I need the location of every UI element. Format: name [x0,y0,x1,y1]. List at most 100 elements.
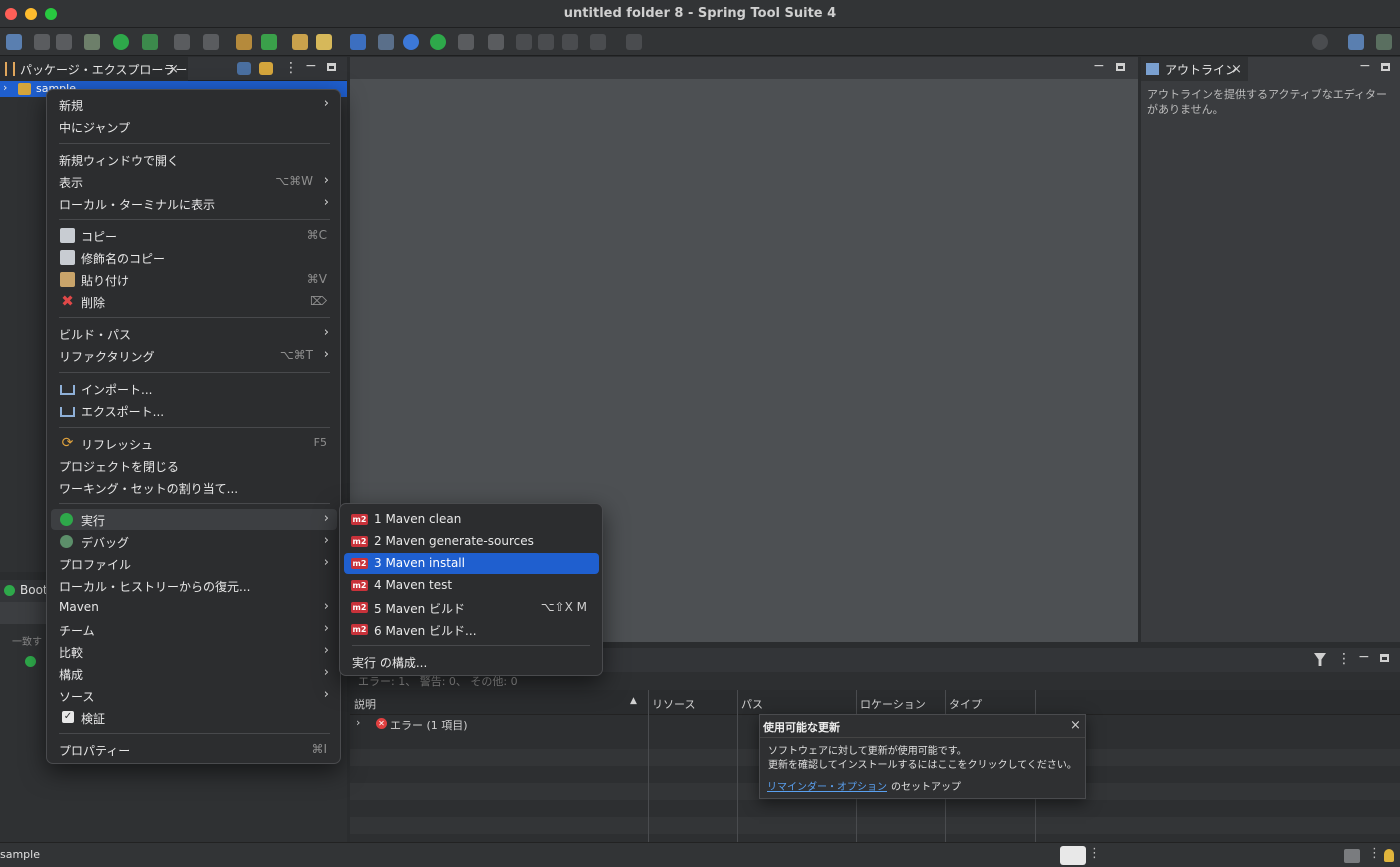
menu-item-maven-test[interactable]: m2 4 Maven test [344,575,599,596]
column-header-resource[interactable]: リソース [652,696,695,712]
menu-item-configure[interactable]: 構成 › [51,663,337,684]
title-bar: untitled folder 8 - Spring Tool Suite 4 [0,0,1400,28]
new-java-project-icon[interactable] [236,34,252,50]
update-notification[interactable]: 使用可能な更新 × ソフトウェアに対して更新が使用可能です。 更新を確認してイン… [759,714,1086,799]
chevron-right-icon[interactable]: › [3,81,7,94]
collapse-all-icon[interactable] [237,62,251,75]
chevron-right-icon[interactable]: › [356,716,360,729]
menu-item-copy[interactable]: コピー ⌘C [51,225,337,246]
menu-item-profile-as[interactable]: プロファイル › [51,553,337,574]
save-icon[interactable] [34,34,50,50]
menu-item-build-path[interactable]: ビルド・パス › [51,323,337,344]
column-divider[interactable] [648,690,649,842]
gear-icon[interactable] [403,34,419,50]
menu-separator [59,143,330,144]
next-annotation-icon[interactable] [458,34,474,50]
forward-icon[interactable] [590,34,606,50]
search-icon[interactable] [1312,34,1328,50]
boot-icon[interactable] [430,34,446,50]
qualified-copy-icon [60,250,75,265]
menu-item-validate[interactable]: ✓ 検証 [51,707,337,728]
save-all-icon[interactable] [56,34,72,50]
drag-handle-icon[interactable]: ⋮ [1368,846,1381,861]
minimize-icon[interactable]: − [1093,58,1105,74]
new-icon[interactable] [6,34,22,50]
menu-item-maven-build-dialog[interactable]: m2 6 Maven ビルド... [344,619,599,640]
open-perspective-icon[interactable] [1348,34,1364,50]
maximize-icon[interactable] [1381,63,1390,71]
menu-item-export[interactable]: エクスポート... [51,400,337,421]
menu-item-go-into[interactable]: 中にジャンプ [51,116,337,137]
view-menu-icon[interactable]: ⋮ [1337,651,1351,667]
menu-item-run-configurations[interactable]: 実行 の構成... [344,651,599,672]
skip-breakpoints-icon[interactable] [84,34,100,50]
menu-item-properties[interactable]: プロパティー ⌘I [51,739,337,760]
menu-item-run-as[interactable]: 実行 › [51,509,337,530]
column-header-location[interactable]: ロケーション [860,696,926,712]
problems-table-header: 説明 ▲ リソース パス ロケーション タイプ [350,690,1400,715]
menu-item-maven-install[interactable]: m2 3 Maven install [344,553,599,574]
sort-ascending-icon: ▲ [630,696,637,706]
menu-item-new[interactable]: 新規 › [51,94,337,115]
open-type-icon[interactable] [292,34,308,50]
boot-local-icon[interactable] [25,656,36,667]
link-with-editor-icon[interactable] [259,62,273,75]
spring-icon[interactable] [378,34,394,50]
column-header-path[interactable]: パス [741,696,763,712]
menu-item-restore-local-history[interactable]: ローカル・ヒストリーからの復元... [51,575,337,596]
column-divider[interactable] [737,690,738,842]
menu-item-show-in-terminal[interactable]: ローカル・ターミナルに表示 › [51,193,337,214]
maximize-icon[interactable] [1116,63,1125,71]
maximize-icon[interactable] [1380,654,1389,662]
new-class-icon[interactable] [261,34,277,50]
menu-item-maven-clean[interactable]: m2 1 Maven clean [344,509,599,530]
minimize-icon[interactable]: − [1359,58,1371,74]
run-icon[interactable] [113,34,129,50]
tab-outline[interactable]: アウトライン × [1141,57,1248,81]
menu-item-copy-qualified-name[interactable]: 修飾名のコピー [51,247,337,268]
view-menu-icon[interactable]: ⋮ [284,60,298,76]
menu-item-maven-build[interactable]: m2 5 Maven ビルド ⌥⇧X M [344,597,599,618]
disconnect-icon[interactable] [203,34,219,50]
tab-package-explorer[interactable]: パッケージ・エクスプローラー × [0,57,188,81]
menu-item-compare-with[interactable]: 比較 › [51,641,337,662]
column-header-description[interactable]: 説明 [354,696,376,712]
menu-item-delete[interactable]: ✖ 削除 ⌦ [51,291,337,312]
close-icon[interactable]: × [168,63,179,76]
menu-item-source[interactable]: ソース › [51,685,337,706]
history-icon[interactable] [538,34,554,50]
menu-item-team[interactable]: チーム › [51,619,337,640]
close-icon[interactable]: × [1231,63,1242,76]
terminal-icon[interactable] [350,34,366,50]
notifications-icon[interactable] [1344,849,1360,863]
debug-icon[interactable] [142,34,158,50]
search-tool-icon[interactable] [316,34,332,50]
menu-item-debug-as[interactable]: デバッグ › [51,531,337,552]
menu-item-refresh[interactable]: ⟳ リフレッシュ F5 [51,433,337,454]
lightbulb-icon[interactable] [1384,849,1394,862]
menu-item-close-project[interactable]: プロジェクトを閉じる [51,455,337,476]
menu-item-show-in[interactable]: 表示 ⌥⌘W › [51,171,337,192]
minimize-icon[interactable]: − [305,58,317,74]
menu-item-refactor[interactable]: リファクタリング ⌥⌘T › [51,345,337,366]
column-header-type[interactable]: タイプ [949,696,982,712]
stop-icon[interactable] [174,34,190,50]
last-edit-icon[interactable] [516,34,532,50]
back-icon[interactable] [562,34,578,50]
filter-icon[interactable] [1314,653,1326,666]
previous-annotation-icon[interactable] [488,34,504,50]
reminder-options-link[interactable]: リマインダー・オプション [767,778,887,793]
menu-item-import[interactable]: インポート... [51,378,337,399]
menu-item-open-new-window[interactable]: 新規ウィンドウで開く [51,149,337,170]
menu-item-maven-generate-sources[interactable]: m2 2 Maven generate-sources [344,531,599,552]
maximize-icon[interactable] [327,63,336,71]
close-icon[interactable]: × [1070,719,1081,732]
drag-handle-icon[interactable]: ⋮ [1088,846,1101,861]
pin-icon[interactable] [626,34,642,50]
menu-item-assign-working-sets[interactable]: ワーキング・セットの割り当て... [51,477,337,498]
spring-perspective-icon[interactable] [1376,34,1392,50]
updates-available-icon[interactable] [1060,846,1086,865]
minimize-icon[interactable]: − [1358,649,1370,665]
menu-item-maven[interactable]: Maven › [51,597,337,618]
menu-item-paste[interactable]: 貼り付け ⌘V [51,269,337,290]
